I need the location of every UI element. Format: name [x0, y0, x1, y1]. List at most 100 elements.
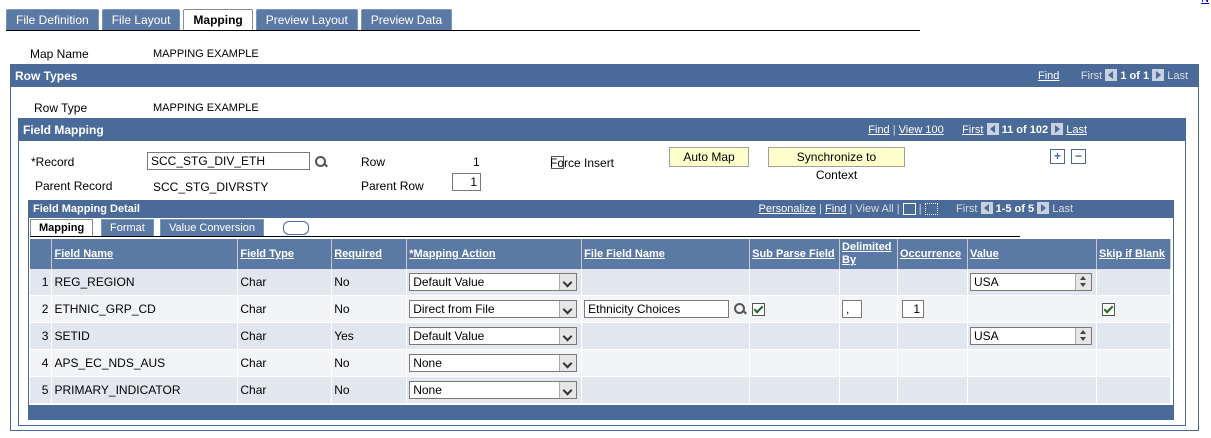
- value-input[interactable]: USA: [969, 273, 1092, 291]
- field-mapping-last[interactable]: Last: [1066, 124, 1087, 136]
- value-text: USA: [973, 329, 999, 343]
- add-row-icon[interactable]: +: [1050, 149, 1065, 164]
- col-value[interactable]: Value: [970, 248, 999, 260]
- file-field-input[interactable]: Ethnicity Choices: [584, 300, 730, 318]
- field-mapping-header: Field Mapping Find | View 100 First 11 o…: [19, 119, 1185, 141]
- map-name-value: MAPPING EXAMPLE: [153, 48, 259, 60]
- col-mapping-action[interactable]: *Mapping Action: [409, 248, 495, 260]
- chevron-down-icon[interactable]: [559, 274, 577, 290]
- row-types-nav: Find First 1 of 1 Last: [1038, 65, 1188, 87]
- table-row: 1 REG_REGION Char No Default Value USA: [30, 269, 1172, 296]
- col-skip-if-blank[interactable]: Skip if Blank: [1099, 248, 1165, 260]
- record-lookup-icon[interactable]: [314, 155, 328, 169]
- field-type-cell: Char: [237, 349, 333, 377]
- row-types-last[interactable]: Last: [1167, 70, 1188, 82]
- chevron-down-icon[interactable]: [559, 382, 577, 398]
- tab-file-layout[interactable]: File Layout: [101, 9, 181, 31]
- chevron-down-icon[interactable]: [559, 355, 577, 371]
- tab-mapping[interactable]: Mapping: [183, 9, 253, 31]
- field-type-cell: Char: [237, 269, 333, 296]
- field-name-cell: REG_REGION: [51, 269, 239, 296]
- tab-preview-data[interactable]: Preview Data: [360, 9, 453, 31]
- prev-arrow-icon[interactable]: [986, 123, 999, 136]
- subtab-mapping[interactable]: Mapping: [30, 219, 94, 237]
- file-field-lookup-icon[interactable]: [733, 302, 747, 316]
- next-arrow-icon[interactable]: [1051, 123, 1064, 136]
- row-number: 3: [30, 322, 53, 350]
- delimited-by-input[interactable]: ,: [842, 300, 863, 318]
- detail-last[interactable]: Last: [1052, 203, 1073, 215]
- synchronize-to-context-button[interactable]: Synchronize to Context: [768, 147, 905, 182]
- prev-arrow-icon[interactable]: [980, 202, 993, 215]
- field-mapping-nav: Find | View 100 First 11 of 102 Last: [868, 123, 1087, 136]
- row-types-first[interactable]: First: [1081, 70, 1102, 82]
- delete-row-icon[interactable]: −: [1071, 149, 1086, 164]
- field-mapping-title: Field Mapping: [23, 123, 104, 137]
- show-all-columns-icon[interactable]: [283, 221, 309, 235]
- detail-title: Field Mapping Detail: [33, 203, 140, 215]
- mapping-action-value: Default Value: [413, 329, 485, 343]
- table-row: 2 ETHNIC_GRP_CD Char No Direct from File Ethn…: [30, 295, 1172, 323]
- mapping-action-select[interactable]: None: [409, 381, 578, 399]
- record-input[interactable]: [147, 152, 310, 170]
- skip-if-blank-checkbox[interactable]: [1101, 303, 1115, 317]
- row-types-title: Row Types: [15, 69, 78, 83]
- next-arrow-icon[interactable]: [1037, 202, 1050, 215]
- spinner-icon[interactable]: [1074, 274, 1091, 290]
- parent-row-input[interactable]: [452, 173, 481, 191]
- top-right-link[interactable]: N: [1201, 0, 1209, 5]
- field-type-cell: Char: [237, 295, 333, 323]
- tab-file-definition[interactable]: File Definition: [6, 9, 99, 31]
- mapping-action-value: Direct from File: [413, 302, 495, 316]
- mapping-action-select[interactable]: Direct from File: [409, 300, 578, 318]
- field-name-cell: ETHNIC_GRP_CD: [51, 295, 239, 323]
- mapping-action-select[interactable]: Default Value: [409, 327, 578, 345]
- parent-record-label: Parent Record: [35, 179, 113, 193]
- chevron-down-icon[interactable]: [559, 328, 577, 344]
- chevron-down-icon[interactable]: [559, 301, 577, 317]
- col-field-name[interactable]: Field Name: [54, 248, 113, 260]
- row-types-find-link[interactable]: Find: [1038, 70, 1059, 82]
- field-mapping-find-link[interactable]: Find: [868, 124, 889, 136]
- subtab-value-conversion[interactable]: Value Conversion: [160, 219, 265, 237]
- parent-row-label: Parent Row: [361, 179, 424, 193]
- detail-footer: [29, 405, 1173, 419]
- new-window-icon[interactable]: [902, 203, 916, 216]
- detail-find-link[interactable]: Find: [825, 203, 846, 215]
- spinner-icon[interactable]: [1074, 328, 1091, 344]
- personalize-link[interactable]: Personalize: [759, 203, 816, 215]
- sub-parse-checkbox[interactable]: [752, 303, 766, 317]
- record-label: *Record: [31, 155, 75, 169]
- view-all-link[interactable]: View All: [855, 203, 893, 215]
- row-value: 1: [473, 155, 480, 169]
- subtab-format[interactable]: Format: [101, 219, 154, 237]
- auto-map-button[interactable]: Auto Map: [669, 147, 749, 167]
- col-delimited-by[interactable]: Delimited By: [842, 241, 892, 266]
- subtab-divider: [30, 236, 1020, 237]
- row-label: Row: [361, 155, 386, 169]
- row-types-header: Row Types Find First 1 of 1 Last: [11, 65, 1198, 87]
- next-arrow-icon[interactable]: [1152, 69, 1165, 82]
- detail-first[interactable]: First: [956, 203, 977, 215]
- prev-arrow-icon[interactable]: [1105, 69, 1118, 82]
- required-cell: No: [331, 349, 408, 377]
- parent-record-value: SCC_STG_DIVRSTY: [153, 180, 269, 194]
- col-field-type[interactable]: Field Type: [240, 248, 294, 260]
- field-mapping-table: Field Name Field Type Required *Mapping …: [30, 239, 1172, 404]
- required-cell: No: [331, 376, 408, 404]
- table-row: 5 PRIMARY_INDICATOR Char No None: [30, 376, 1172, 404]
- value-input[interactable]: USA: [969, 327, 1092, 345]
- mapping-action-value: None: [413, 356, 442, 370]
- col-file-field-name[interactable]: File Field Name: [584, 248, 665, 260]
- col-required[interactable]: Required: [334, 248, 382, 260]
- occurrence-input[interactable]: 1: [902, 300, 924, 318]
- tab-preview-layout[interactable]: Preview Layout: [255, 9, 358, 31]
- col-occurrence[interactable]: Occurrence: [900, 248, 961, 260]
- mapping-action-select[interactable]: None: [409, 354, 578, 372]
- mapping-action-select[interactable]: Default Value: [409, 273, 578, 291]
- field-mapping-first[interactable]: First: [962, 124, 983, 136]
- download-grid-icon[interactable]: [924, 203, 938, 216]
- row-types-count: 1 of 1: [1120, 70, 1150, 82]
- col-sub-parse-field[interactable]: Sub Parse Field: [752, 248, 835, 260]
- view-100-link[interactable]: View 100: [899, 124, 944, 136]
